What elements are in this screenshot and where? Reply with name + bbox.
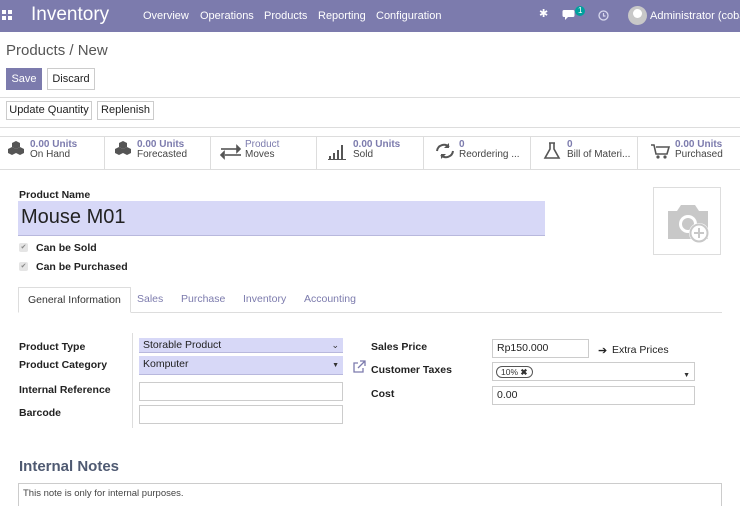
arrow-right-icon: ➔ [598,345,608,357]
caret-down-icon: ▼ [332,362,339,369]
tab-accounting[interactable]: Accounting [304,293,356,305]
cost-input[interactable]: 0.00 [492,386,695,405]
top-navbar: Inventory Overview Operations Products R… [0,0,740,32]
flask-icon [543,142,561,159]
breadcrumb: Products / New [6,42,108,59]
bar-chart-icon [328,145,346,160]
menu-configuration[interactable]: Configuration [376,10,441,22]
menu-reporting[interactable]: Reporting [318,10,366,22]
sales-price-label: Sales Price [371,341,428,353]
can-be-purchased-checkbox[interactable]: ✔ [19,262,28,271]
cost-label: Cost [371,388,395,400]
customer-taxes-label: Customer Taxes [371,364,452,376]
tab-inventory[interactable]: Inventory [243,293,286,305]
divider [637,137,638,169]
stat-reordering-button[interactable]: 0 Reordering ... [433,137,531,169]
menu-overview[interactable]: Overview [143,10,189,22]
stat-product-moves-button[interactable]: Product Moves [219,137,317,169]
camera-plus-icon [668,205,709,243]
divider [210,137,211,169]
tab-general-information[interactable]: General Information [18,287,131,313]
menu-operations[interactable]: Operations [200,10,254,22]
menu-products[interactable]: Products [264,10,307,22]
close-icon[interactable]: ✖ [520,367,527,377]
divider [0,127,740,128]
update-quantity-button[interactable]: Update Quantity [6,101,92,120]
internal-reference-label: Internal Reference [19,384,111,396]
app-title[interactable]: Inventory [31,4,109,26]
tab-sales[interactable]: Sales [137,293,163,305]
avatar[interactable] [628,6,647,25]
stat-forecasted-button[interactable]: 0.00 Units Forecasted [111,137,209,169]
bug-icon[interactable]: ✱ [539,7,548,20]
product-category-select[interactable]: Komputer ▼ [139,356,343,375]
clock-icon[interactable] [598,10,609,21]
barcode-label: Barcode [19,407,62,419]
product-type-value: Storable Product [143,339,222,351]
internal-reference-input[interactable] [139,382,343,401]
divider [423,137,424,169]
internal-notes-title: Internal Notes [19,458,120,475]
tax-tag-label: 10% [501,367,519,377]
cart-icon [651,144,671,159]
replenish-button[interactable]: Replenish [97,101,154,120]
refresh-icon [436,143,454,159]
discard-button[interactable]: Discard [47,68,95,90]
stat-label: Sold [353,149,374,160]
apps-menu-icon[interactable] [2,10,12,20]
product-type-select[interactable]: Storable Product ⌄ [139,338,343,353]
product-name-label: Product Name [19,189,91,201]
divider [0,169,740,170]
sales-price-input[interactable]: Rp150.000 [492,339,589,358]
stat-label: Purchased [675,149,723,160]
can-be-purchased-label: Can be Purchased [36,261,128,273]
message-count-badge: 1 [575,6,586,16]
can-be-sold-checkbox[interactable]: ✔ [19,243,28,252]
stat-label: Forecasted [137,149,188,160]
product-image-upload[interactable] [653,187,721,255]
user-menu[interactable]: Administrator (cobak [650,10,740,22]
stat-on-hand-button[interactable]: 0.00 Units On Hand [4,137,102,169]
product-category-value: Komputer [143,358,189,370]
divider [530,137,531,169]
divider [0,97,740,98]
extra-prices-link[interactable]: Extra Prices [612,344,669,356]
save-button[interactable]: Save [6,68,42,90]
tax-tag[interactable]: 10% ✖ [496,366,533,378]
product-category-label: Product Category [19,359,108,371]
product-type-label: Product Type [19,341,86,353]
internal-notes-textarea[interactable]: This note is only for internal purposes. [18,483,722,506]
stat-label: Bill of Materi... [567,149,631,160]
chevron-down-icon: ⌄ [331,340,339,350]
divider [316,137,317,169]
stat-sold-button[interactable]: 0.00 Units Sold [327,137,425,169]
chat-icon[interactable] [562,9,576,21]
external-link-icon[interactable] [352,360,366,374]
caret-down-icon: ▼ [683,372,690,379]
can-be-sold-label: Can be Sold [36,242,97,254]
cubes-icon [8,141,24,155]
tab-purchase[interactable]: Purchase [181,293,225,305]
divider [132,333,133,428]
cubes-icon [115,141,131,155]
stat-label: Reordering ... [459,149,520,160]
stat-bill-of-materials-button[interactable]: 0 Bill of Materi... [541,137,639,169]
stat-label: Moves [245,149,275,160]
divider [104,137,105,169]
product-name-input[interactable]: Mouse M01 [18,201,545,236]
stat-purchased-button[interactable]: 0.00 Units Purchased [649,137,739,169]
exchange-icon [219,144,242,160]
barcode-input[interactable] [139,405,343,424]
stat-label: On Hand [30,149,71,160]
